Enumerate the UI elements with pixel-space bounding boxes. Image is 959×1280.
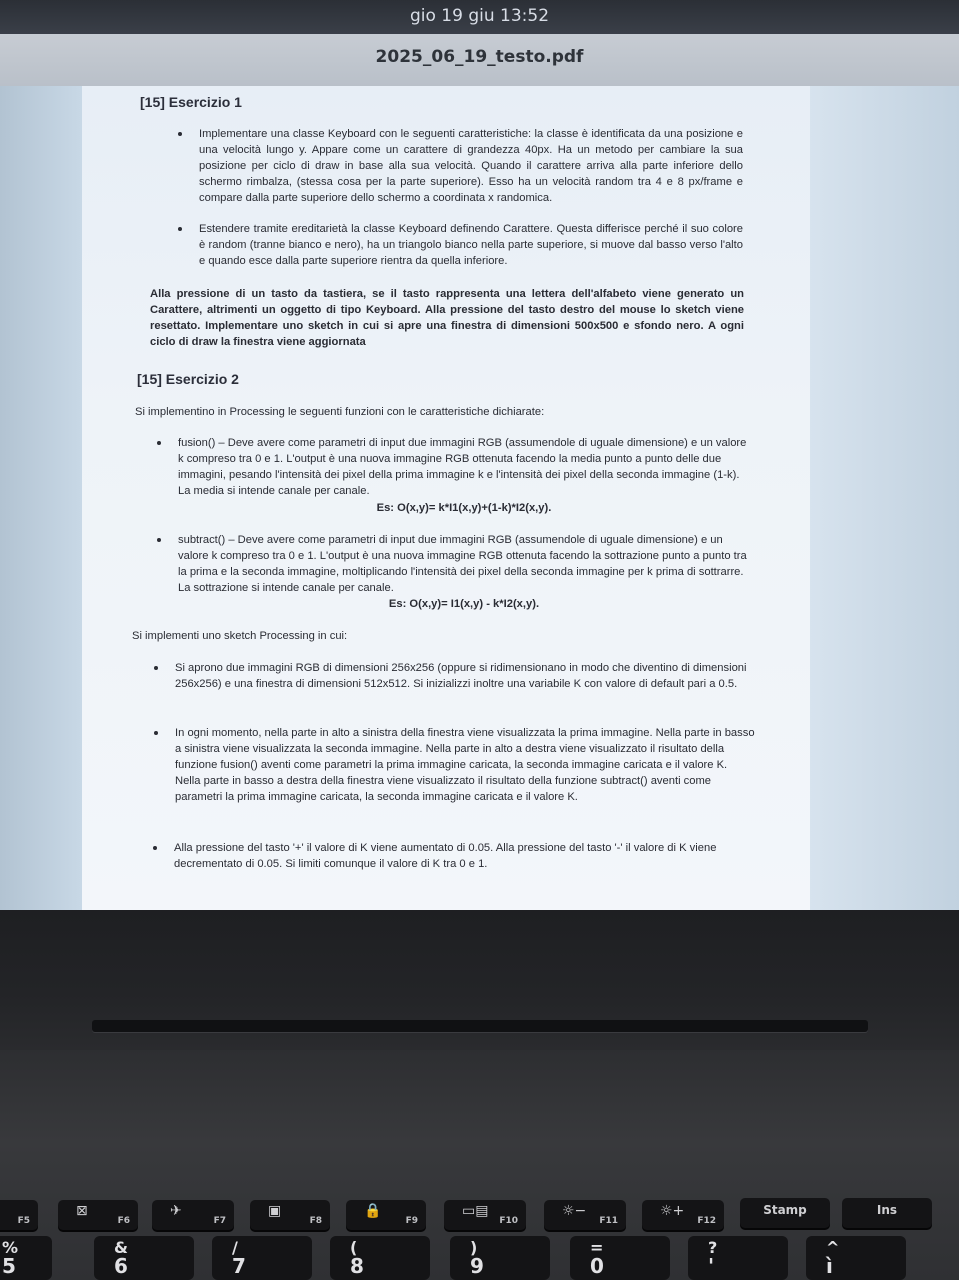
key-f5[interactable]: F5 (0, 1200, 38, 1230)
key-f11[interactable]: ☼− F11 (544, 1200, 626, 1230)
key-8[interactable]: ( 8 (330, 1236, 430, 1280)
viewer-background-left (0, 86, 82, 910)
subtract-formula: Es: O(x,y)= I1(x,y) - k*I2(x,y). (388, 598, 540, 610)
key-ins[interactable]: Ins (842, 1198, 932, 1228)
sketch-bullet-3: Alla pressione del tasto '+' il valore d… (153, 840, 754, 872)
key-f12[interactable]: ☼+ F12 (642, 1200, 724, 1230)
key-f6[interactable]: ⊠ F6 (58, 1200, 138, 1230)
laptop-hinge (92, 1020, 868, 1032)
sketch-bullet-2: In ogni momento, nella parte in alto a s… (154, 727, 755, 803)
subtract-bullet: subtract() – Deve avere come parametri d… (157, 532, 750, 596)
key-f8[interactable]: ▣ F8 (250, 1200, 330, 1230)
exercise-1-bullet-1: Implementare una classe Keyboard con le … (178, 128, 743, 204)
key-f7[interactable]: ✈ F7 (152, 1200, 234, 1230)
laptop-screen: gio 19 giu 13:52 2025_06_19_testo.pdf [1… (0, 0, 959, 910)
lock-icon: 🔒 (364, 1203, 382, 1219)
brightness-up-icon: ☼+ (660, 1203, 685, 1219)
exercise-1-bullet-2: Estendere tramite ereditarietà la classe… (178, 223, 743, 267)
key-f10[interactable]: ▭▤ F10 (444, 1200, 526, 1230)
key-apostrophe[interactable]: ? ' (688, 1236, 788, 1280)
exercise-1-heading: [15] Esercizio 1 (140, 94, 242, 110)
key-f9[interactable]: 🔒 F9 (346, 1200, 426, 1230)
exercise-2-intro: Si implementino in Processing le seguent… (135, 406, 545, 418)
exercise-2-heading: [15] Esercizio 2 (137, 371, 239, 387)
key-i-grave[interactable]: ^ ì (806, 1236, 906, 1280)
camera-off-icon: ▣ (268, 1203, 282, 1219)
fusion-bullet: fusion() – Deve avere come parametri di … (157, 435, 750, 499)
touchpad-off-icon: ⊠ (76, 1203, 88, 1219)
brightness-down-icon: ☼− (562, 1203, 587, 1219)
viewer-background-right (809, 86, 959, 910)
key-9[interactable]: ) 9 (450, 1236, 550, 1280)
key-5[interactable]: % 5 (0, 1236, 52, 1280)
system-top-bar: gio 19 giu 13:52 (0, 0, 959, 34)
sketch-intro: Si implementi uno sketch Processing in c… (132, 630, 348, 642)
document-viewer-header: 2025_06_19_testo.pdf (0, 34, 959, 87)
key-6[interactable]: & 6 (94, 1236, 194, 1280)
pdf-page[interactable]: [15] Esercizio 1 Implementare una classe… (82, 86, 810, 910)
airplane-icon: ✈ (170, 1203, 182, 1219)
document-title: 2025_06_19_testo.pdf (375, 47, 584, 67)
clock[interactable]: gio 19 giu 13:52 (410, 6, 549, 26)
key-0[interactable]: = 0 (570, 1236, 670, 1280)
fusion-formula: Es: O(x,y)= k*I1(x,y)+(1-k)*I2(x,y). (376, 502, 552, 514)
sketch-bullet-1: Si aprono due immagini RGB di dimensioni… (154, 660, 755, 692)
display-switch-icon: ▭▤ (462, 1203, 489, 1219)
key-7[interactable]: / 7 (212, 1236, 312, 1280)
exercise-1-description: Alla pressione di un tasto da tastiera, … (150, 288, 744, 348)
key-stamp[interactable]: Stamp (740, 1198, 830, 1228)
